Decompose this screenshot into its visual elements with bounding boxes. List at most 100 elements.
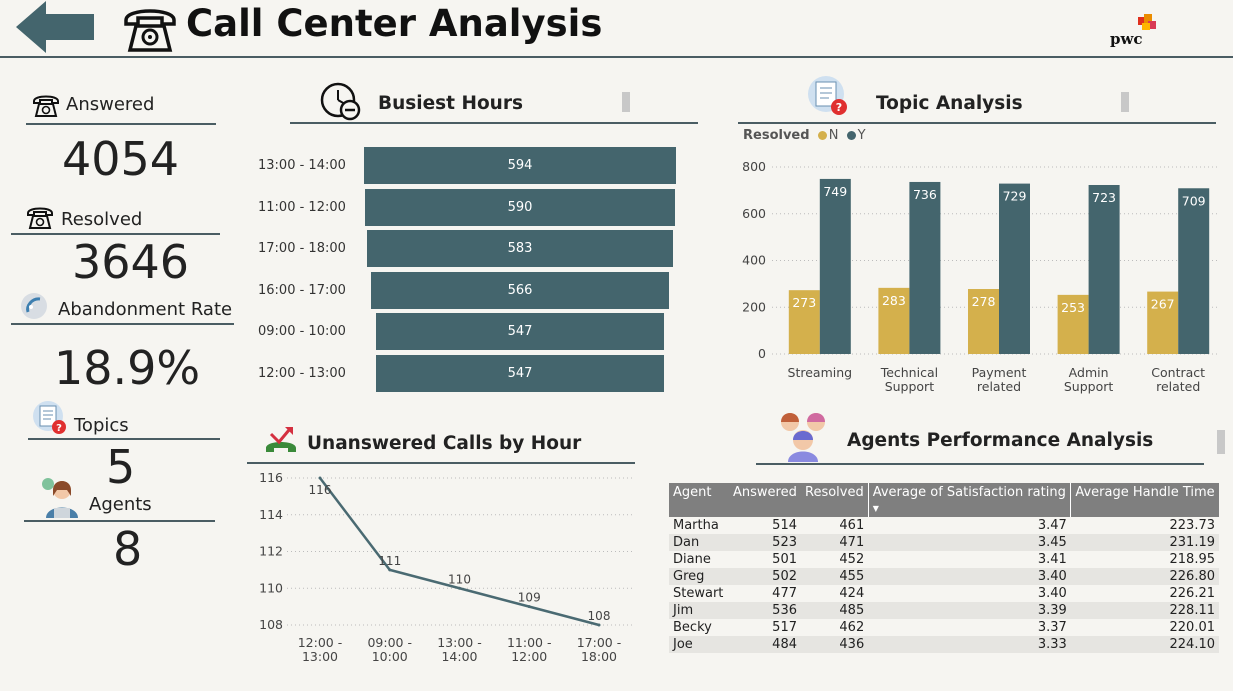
topic-analysis-scroll-handle[interactable] — [1121, 92, 1129, 112]
topic-bar-value: 273 — [792, 295, 816, 310]
table-row[interactable]: Joe 484 436 3.33 224.10 — [669, 636, 1219, 653]
table-row[interactable]: Diane 501 452 3.41 218.95 — [669, 551, 1219, 568]
funnel-category-label: 12:00 - 13:00 — [258, 366, 346, 381]
topic-bar — [999, 183, 1030, 354]
x-category-label: 10:00 — [372, 649, 408, 664]
x-category-label: Streaming — [788, 365, 853, 380]
abandonment-label: Abandonment Rate — [58, 299, 233, 320]
svg-text:?: ? — [56, 423, 62, 434]
funnel-bar-value: 547 — [507, 366, 533, 381]
header-divider — [0, 56, 1233, 58]
funnel-category-label: 13:00 - 14:00 — [258, 158, 346, 173]
x-category-label: Admin — [1069, 365, 1109, 380]
col-answered[interactable]: Answered — [729, 483, 801, 517]
back-arrow-icon — [16, 1, 94, 53]
unanswered-divider — [247, 462, 635, 464]
agents-table: Agent Answered Resolved Average of Satis… — [669, 483, 1219, 653]
cell-resolved: 462 — [839, 620, 865, 635]
cell-agent: Stewart — [673, 586, 724, 601]
table-row[interactable]: Stewart 477 424 3.40 226.21 — [669, 585, 1219, 602]
topic-bar — [819, 178, 851, 354]
legend-y-swatch — [846, 131, 856, 140]
cell-answered: 523 — [729, 534, 801, 551]
data-label: 116 — [309, 483, 332, 497]
cell-handle-time: 224.10 — [1070, 636, 1219, 653]
agents-label: Agents — [89, 494, 152, 515]
cell-handle-time: 220.01 — [1169, 620, 1216, 635]
cell-resolved: 485 — [801, 602, 869, 619]
back-arrow-button[interactable] — [14, 0, 96, 54]
cell-answered: 536 — [729, 602, 801, 619]
table-row[interactable]: Greg 502 455 3.40 226.80 — [669, 568, 1219, 585]
agents-performance-title: Agents Performance Analysis — [847, 430, 1154, 451]
cell-satisfaction: 3.47 — [1037, 518, 1067, 533]
y-tick-label: 600 — [742, 206, 766, 221]
funnel-category-label: 09:00 - 10:00 — [258, 324, 346, 340]
funnel-bar-value: 566 — [507, 282, 533, 298]
cell-agent: Diane — [673, 552, 711, 567]
funnel-category-label: 16:00 - 17:00 — [258, 282, 346, 298]
cell-agent: Becky — [673, 620, 712, 635]
funnel-bar: 547 — [376, 313, 664, 351]
busiest-hours-scroll-handle[interactable] — [622, 92, 630, 112]
topic-bar — [909, 181, 941, 354]
abandonment-divider — [11, 323, 234, 325]
cell-agent: Jim — [669, 602, 729, 619]
clock-icon — [318, 80, 364, 128]
col-satisfaction[interactable]: Average of Satisfaction rating ▼ — [867, 483, 1071, 517]
funnel-category-label: 11:00 - 12:00 — [258, 199, 346, 215]
data-label: 110 — [448, 572, 471, 586]
funnel-bar-value: 583 — [507, 241, 533, 257]
series-point — [597, 623, 601, 627]
legend-n-label: N — [828, 128, 839, 143]
data-label: 109 — [518, 591, 541, 605]
busiest-hours-divider — [290, 122, 698, 124]
x-category-label: Support — [885, 379, 935, 394]
cell-handle-time: 226.21 — [1169, 586, 1216, 601]
y-tick-label: 200 — [742, 299, 766, 314]
cell-answered: 514 — [772, 518, 797, 533]
table-row[interactable]: Dan 523 471 3.45 231.19 — [669, 534, 1219, 551]
y-tick-label: 108 — [259, 617, 283, 632]
agents-performance-scroll-handle[interactable] — [1217, 430, 1225, 454]
series-point — [318, 476, 322, 480]
col-handle-time[interactable]: Average Handle Time — [1070, 483, 1219, 517]
legend-title: Resolved — [743, 128, 810, 143]
table-row[interactable]: Martha 514 461 3.47 223.73 — [669, 517, 1219, 534]
topics-value: 5 — [106, 440, 136, 494]
table-row[interactable]: Jim 536 485 3.39 228.11 — [669, 602, 1219, 619]
funnel-category-label: 17:00 - 18:00 — [258, 241, 346, 257]
cell-satisfaction: 3.39 — [868, 602, 1071, 619]
data-label: 111 — [378, 554, 401, 568]
cell-satisfaction: 3.45 — [868, 534, 1071, 551]
x-category-label: Support — [1064, 379, 1114, 394]
topic-bar-value: 729 — [1003, 189, 1027, 204]
y-tick-label: 112 — [259, 544, 283, 559]
col-agent[interactable]: Agent — [669, 483, 729, 517]
x-category-label: 14:00 — [441, 649, 477, 664]
answered-label: Answered — [66, 94, 155, 115]
x-category-label: 13:00 - — [437, 635, 482, 650]
cell-agent: Joe — [669, 636, 729, 653]
topic-bar-value: 253 — [1061, 300, 1085, 315]
cell-answered: 517 — [772, 620, 797, 635]
agent-avatar-icon — [40, 474, 80, 522]
x-category-label: Technical — [880, 365, 938, 380]
funnel-bar-value: 590 — [507, 199, 533, 215]
cell-satisfaction: 3.40 — [868, 568, 1071, 585]
funnel-bar-value: 594 — [507, 158, 533, 173]
col-resolved[interactable]: Resolved — [801, 483, 869, 517]
cell-resolved: 452 — [839, 552, 865, 567]
sort-indicator-icon: ▼ — [872, 504, 879, 513]
x-category-label: Contract — [1151, 365, 1205, 380]
table-header-row: Agent Answered Resolved Average of Satis… — [669, 483, 1219, 517]
cell-resolved: 436 — [801, 636, 869, 653]
series-point — [458, 586, 461, 590]
pwc-logo: pwc — [1108, 14, 1158, 50]
table-row[interactable]: Becky 517 462 3.37 220.01 — [669, 619, 1219, 636]
cell-handle-time: 218.95 — [1169, 552, 1216, 567]
agents-performance-divider — [756, 463, 1204, 465]
funnel-bar: 594 — [364, 147, 676, 184]
topic-bar-value: 709 — [1182, 193, 1206, 208]
y-tick-label: 114 — [259, 507, 283, 522]
